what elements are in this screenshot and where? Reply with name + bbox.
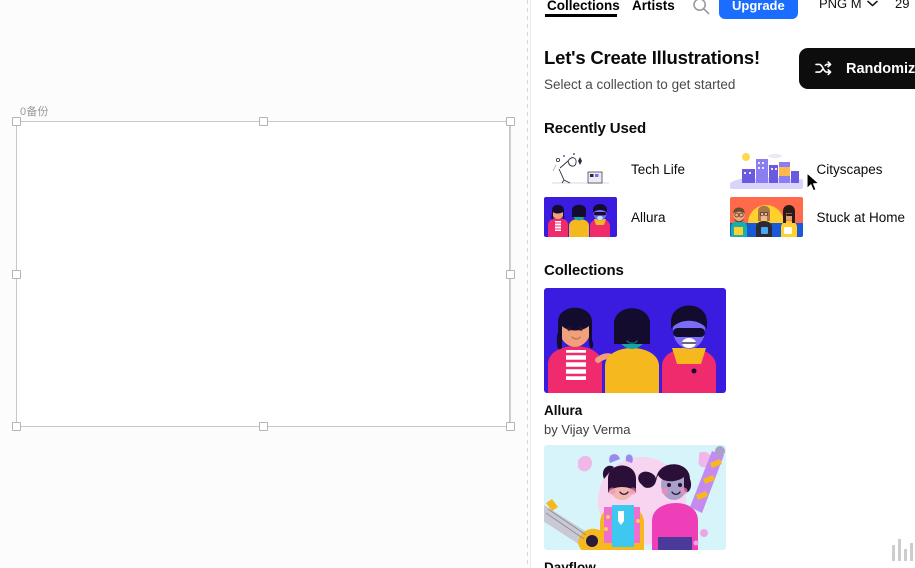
upgrade-button[interactable]: Upgrade bbox=[719, 0, 798, 19]
collections-title: Collections bbox=[544, 262, 624, 279]
plugin-window: 0备份 Collections Artists Upgrade PNG M 29… bbox=[0, 0, 915, 568]
frame-label: 0备份 bbox=[20, 106, 49, 118]
thumbnail-tech-life bbox=[544, 149, 617, 189]
chevron-down-icon bbox=[866, 0, 878, 7]
collection-card-allura[interactable]: Allura by Vijay Verma bbox=[544, 288, 726, 437]
thumbnail-stuck-at-home bbox=[729, 197, 803, 237]
thumbnail-allura bbox=[544, 197, 617, 237]
recent-item-allura[interactable]: Allura bbox=[544, 193, 730, 241]
active-tab-indicator bbox=[545, 14, 617, 17]
recently-used-grid: Tech Life Cityscapes Allura Stuck at Hom… bbox=[544, 145, 915, 241]
selection-frame[interactable] bbox=[16, 121, 510, 427]
collection-name: Allura bbox=[544, 403, 583, 418]
thumbnail-cityscapes bbox=[729, 149, 803, 189]
tab-artists[interactable]: Artists bbox=[630, 0, 677, 15]
recent-item-cityscapes[interactable]: Cityscapes bbox=[729, 145, 915, 193]
recent-item-label: Allura bbox=[631, 209, 666, 225]
search-icon[interactable] bbox=[691, 0, 711, 16]
thumbnail-allura-large bbox=[544, 288, 726, 393]
recent-item-label: Cityscapes bbox=[816, 161, 883, 177]
resize-handle-bottom-left[interactable] bbox=[12, 422, 21, 431]
resize-handle-mid-right[interactable] bbox=[506, 270, 515, 279]
collection-card-dayflow[interactable]: Dayflow by Pau Barbaro bbox=[544, 445, 726, 568]
recent-item-stuck-at-home[interactable]: Stuck at Home bbox=[729, 193, 915, 241]
resize-handle-mid-left[interactable] bbox=[12, 270, 21, 279]
tab-collections[interactable]: Collections bbox=[545, 0, 622, 15]
format-select[interactable]: PNG M bbox=[819, 0, 878, 11]
collection-name: Dayflow bbox=[544, 560, 596, 568]
resize-handle-bottom-right[interactable] bbox=[506, 422, 515, 431]
recent-item-label: Tech Life bbox=[631, 161, 686, 177]
canvas-dashed-ruler bbox=[527, 0, 528, 568]
recent-item-tech-life[interactable]: Tech Life bbox=[544, 145, 730, 193]
format-select-label: PNG M bbox=[819, 0, 862, 11]
collection-author: by Vijay Verma bbox=[544, 422, 631, 437]
randomize-button[interactable]: Randomize bbox=[799, 48, 915, 89]
design-canvas[interactable]: 0备份 bbox=[0, 0, 528, 568]
tab-artists-label: Artists bbox=[632, 0, 675, 13]
recent-item-label: Stuck at Home bbox=[816, 209, 906, 225]
resize-handle-top-left[interactable] bbox=[12, 117, 21, 126]
thumbnail-dayflow-large bbox=[544, 445, 726, 550]
randomize-label: Randomize bbox=[846, 60, 915, 77]
recently-used-title: Recently Used bbox=[544, 120, 647, 137]
export-size-value[interactable]: 29 bbox=[895, 0, 915, 11]
shuffle-icon bbox=[815, 61, 834, 76]
resize-handle-top-center[interactable] bbox=[259, 117, 268, 126]
resize-handle-top-right[interactable] bbox=[506, 117, 515, 126]
collections-grid: Allura by Vijay Verma Dayflow bbox=[544, 288, 915, 568]
tab-collections-label: Collections bbox=[547, 0, 620, 13]
resize-handle-bottom-center[interactable] bbox=[259, 422, 268, 431]
